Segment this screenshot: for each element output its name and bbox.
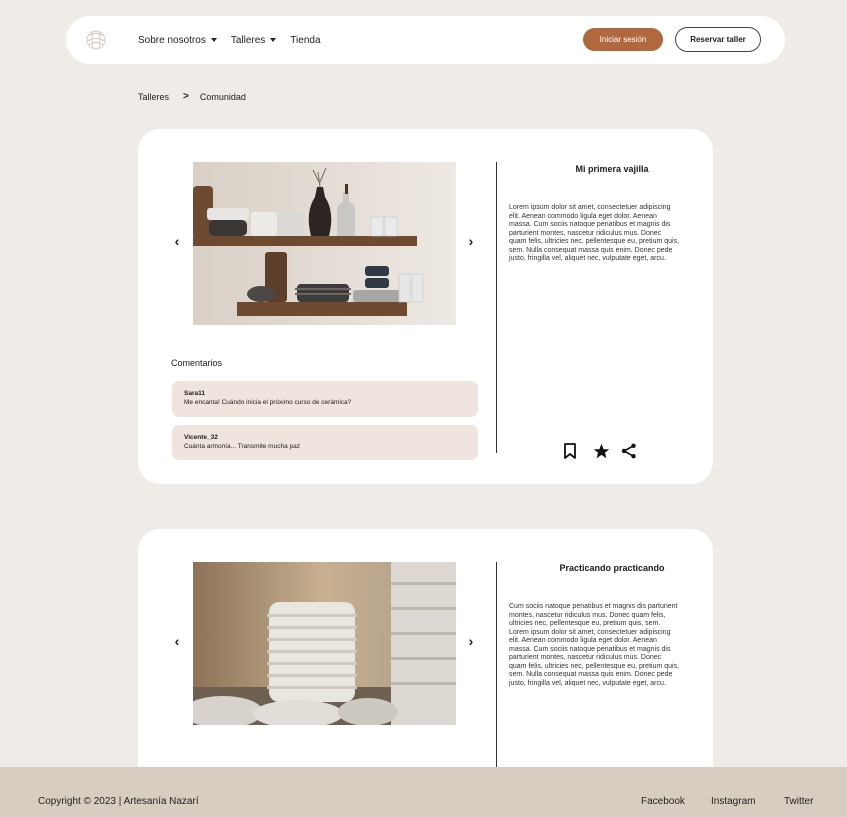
- twitter-link[interactable]: Twitter: [784, 796, 813, 807]
- post-photo: [193, 562, 456, 725]
- breadcrumb-parent[interactable]: Talleres: [138, 92, 169, 102]
- post-body: Lorem ipsum dolor sit amet, consectetuer…: [509, 204, 680, 262]
- star-icon[interactable]: [593, 443, 610, 464]
- divider: [496, 162, 497, 453]
- caret-down-icon: [210, 38, 217, 42]
- main-nav: Sobre nosotros Talleres Tienda: [138, 16, 335, 64]
- post-card: ‹: [138, 129, 713, 484]
- nav-label: Tienda: [290, 34, 321, 46]
- share-icon[interactable]: [621, 443, 637, 464]
- comment-user[interactable]: Vicente_32: [184, 434, 478, 441]
- copyright-text: Copyright © 2023 | Artesanía Nazarí: [38, 796, 199, 807]
- nav-label: Talleres: [230, 34, 266, 46]
- book-workshop-button[interactable]: Reservar taller: [675, 27, 761, 52]
- top-navbar: Sobre nosotros Talleres Tienda Iniciar s…: [66, 16, 785, 64]
- footer: Copyright © 2023 | Artesanía Nazarí Face…: [0, 767, 847, 817]
- chevron-right-icon: >: [183, 91, 189, 102]
- caret-down-icon: [270, 38, 277, 42]
- comments-title: Comentarios: [171, 358, 223, 368]
- facebook-link[interactable]: Facebook: [641, 796, 685, 807]
- divider: [496, 562, 497, 789]
- nav-label: Sobre nosotros: [138, 34, 206, 46]
- post-title: Mi primera vajilla: [575, 164, 649, 174]
- post-photo: [193, 162, 456, 325]
- nav-talleres[interactable]: Talleres: [230, 34, 277, 46]
- carousel-prev-button[interactable]: ‹: [171, 633, 183, 649]
- login-button[interactable]: Iniciar sesión: [583, 28, 663, 51]
- instagram-link[interactable]: Instagram: [711, 796, 755, 807]
- carousel-next-button[interactable]: ›: [465, 233, 477, 249]
- carousel-prev-button[interactable]: ‹: [171, 233, 183, 249]
- breadcrumb-current: Comunidad: [199, 91, 246, 102]
- comment-item: Sara11 Me encanta! Cuándo inicia el próx…: [172, 381, 478, 417]
- comment-user[interactable]: Sara11: [184, 390, 478, 397]
- post-actions: [563, 443, 637, 464]
- logo-icon[interactable]: [85, 28, 107, 52]
- post-title: Practicando practicando: [559, 563, 665, 573]
- nav-sobre-nosotros[interactable]: Sobre nosotros: [138, 35, 217, 46]
- breadcrumb: Talleres > Comunidad: [138, 91, 246, 102]
- carousel-next-button[interactable]: ›: [465, 633, 477, 649]
- post-body: Cum sociis natoque penatibus et magnis d…: [509, 603, 680, 687]
- comment-text: Cuánta armonía... Transmite mucha paz: [184, 443, 300, 450]
- comment-item: Vicente_32 Cuánta armonía... Transmite m…: [172, 425, 478, 460]
- bookmark-icon[interactable]: [563, 443, 577, 464]
- nav-tienda[interactable]: Tienda: [290, 35, 320, 46]
- post-card: ‹: [138, 529, 713, 789]
- comment-text: Me encanta! Cuándo inicia el próximo cur…: [184, 399, 352, 406]
